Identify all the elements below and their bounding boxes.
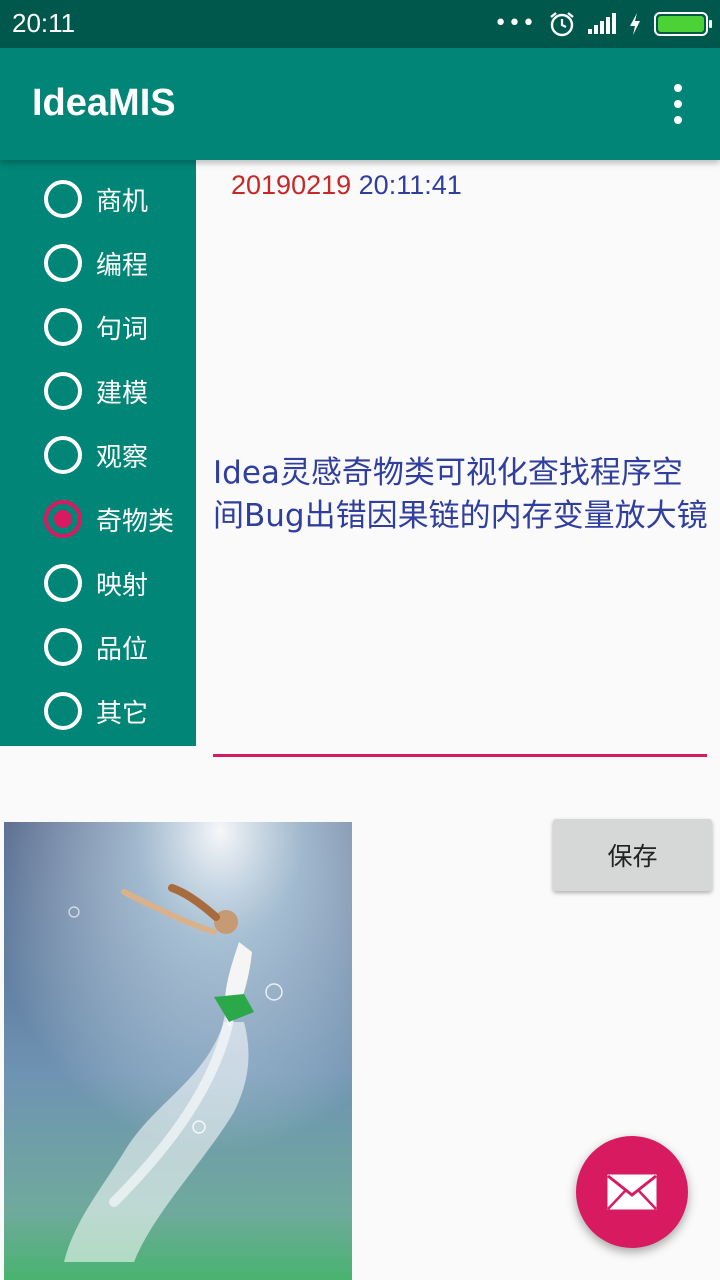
radio-button-icon[interactable]	[44, 628, 82, 666]
overflow-menu-icon[interactable]	[666, 84, 690, 124]
status-bar: 20:11 •••	[0, 0, 720, 48]
idea-text-field[interactable]: Idea灵感奇物类可视化查找程序空间Bug出错因果链的内存变量放大镜	[213, 452, 713, 538]
idea-image	[4, 822, 352, 1280]
radio-button-icon[interactable]	[44, 244, 82, 282]
radio-label: 映射	[96, 570, 149, 601]
entry-time: 20:11:41	[358, 170, 462, 200]
alarm-icon	[550, 12, 574, 37]
more-notifications-indicator: •••	[494, 11, 536, 36]
radio-option-pinwei[interactable]: 品位	[44, 626, 148, 668]
radio-label: 奇物类	[96, 506, 175, 537]
radio-option-yingshe[interactable]: 映射	[44, 562, 148, 604]
radio-option-juci[interactable]: 句词	[44, 306, 148, 348]
battery-fill	[658, 16, 704, 32]
radio-button-checked-icon[interactable]	[44, 500, 82, 538]
radio-label: 其它	[96, 698, 149, 729]
signal-icon	[588, 13, 616, 34]
radio-label: 编程	[96, 250, 149, 281]
status-time: 20:11	[12, 8, 76, 38]
category-radio-group: 商机 编程 句词 建模 观察 奇物类 映射 品位 其它	[0, 160, 196, 746]
text-field-underline	[213, 754, 707, 757]
charging-icon	[630, 13, 640, 35]
status-icons: •••	[494, 10, 712, 38]
radio-option-qiwulei[interactable]: 奇物类	[44, 498, 174, 540]
app-title: IdeaMIS	[32, 82, 176, 124]
entry-date: 20190219	[231, 170, 352, 200]
radio-option-jianmo[interactable]: 建模	[44, 370, 148, 412]
radio-label: 句词	[96, 314, 149, 345]
radio-button-icon[interactable]	[44, 308, 82, 346]
radio-button-icon[interactable]	[44, 564, 82, 602]
radio-option-shangji[interactable]: 商机	[44, 178, 148, 220]
radio-option-biancheng[interactable]: 编程	[44, 242, 148, 284]
mail-fab-button[interactable]	[576, 1136, 688, 1248]
radio-button-icon[interactable]	[44, 692, 82, 730]
radio-label: 观察	[96, 442, 149, 473]
mail-icon	[607, 1174, 657, 1210]
radio-button-icon[interactable]	[44, 180, 82, 218]
radio-button-icon[interactable]	[44, 372, 82, 410]
save-button[interactable]: 保存	[553, 819, 712, 891]
entry-timestamp: 20190219 20:11:41	[231, 170, 462, 201]
radio-option-guancha[interactable]: 观察	[44, 434, 148, 476]
radio-label: 商机	[96, 186, 149, 217]
radio-label: 建模	[96, 378, 149, 409]
radio-button-icon[interactable]	[44, 436, 82, 474]
radio-option-qita[interactable]: 其它	[44, 690, 148, 732]
radio-label: 品位	[96, 634, 149, 665]
app-bar: IdeaMIS	[0, 48, 720, 160]
battery-icon	[654, 12, 712, 36]
